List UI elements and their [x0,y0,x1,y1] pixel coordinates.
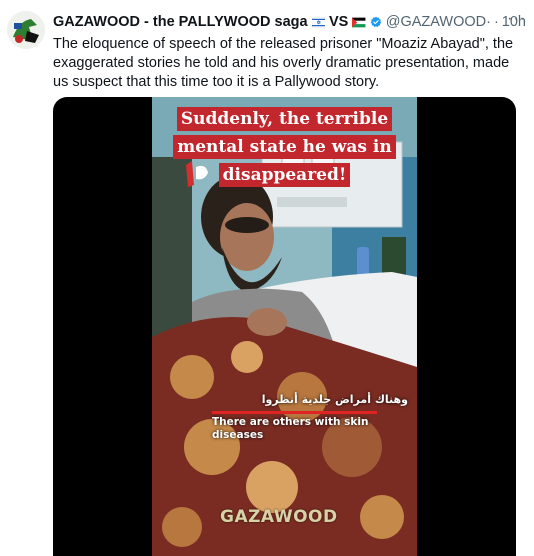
more-options-icon[interactable]: ··· [507,10,526,28]
tweet[interactable]: GAZAWOOD - the PALLYWOOD saga VS @GAZAWO… [0,0,534,556]
arabic-subtitle: وهناك أمراض جلدية أنظروا [261,393,408,406]
palestine-flag-icon [352,17,366,27]
israel-flag-icon [311,16,326,28]
tweet-text: The eloquence of speech of the released … [53,36,514,90]
avatar-image [7,11,45,49]
video-caption-text: Suddenly, the terrible mental state he w… [173,107,396,187]
separator-dot: · [493,14,499,30]
video-player[interactable]: Suddenly, the terrible mental state he w… [53,97,516,556]
verified-badge-icon[interactable] [370,14,382,30]
video-frame[interactable]: Suddenly, the terrible mental state he w… [152,97,417,556]
watermark: GAZAWOOD [220,507,338,527]
subtitle-divider [212,411,377,414]
avatar[interactable] [7,11,45,49]
vs-label: VS [329,14,349,30]
display-name[interactable]: GAZAWOOD - the PALLYWOOD saga [53,14,308,30]
video-caption: Suddenly, the terrible mental state he w… [154,105,415,189]
handle[interactable]: @GAZAWOOD· [386,14,491,30]
tweet-header: GAZAWOOD - the PALLYWOOD saga VS @GAZAWO… [53,10,526,32]
english-subtitle: There are others with skin diseases [212,416,369,441]
